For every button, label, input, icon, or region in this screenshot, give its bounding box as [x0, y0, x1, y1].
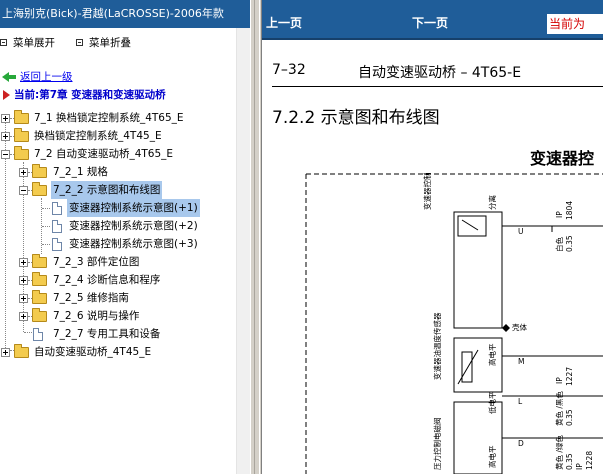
collapse-toggle-icon[interactable]: [1, 150, 10, 159]
document-icon: [52, 238, 62, 251]
tree-item[interactable]: 7_2_7 专用工具和设备: [0, 325, 230, 343]
next-page-link[interactable]: 下一页: [412, 14, 448, 31]
tree-item[interactable]: 7_2_5 维修指南: [0, 289, 230, 307]
wire-code: IP: [555, 377, 564, 384]
expand-toggle-icon[interactable]: [19, 312, 28, 321]
folder-icon: [14, 110, 29, 124]
folder-icon: [32, 164, 47, 178]
expand-toggle-icon[interactable]: [1, 348, 10, 357]
document-icon: [52, 220, 62, 233]
folder-icon: [32, 290, 47, 304]
thermistor-arrow: [457, 349, 479, 385]
term-label-m: 高电平: [487, 343, 497, 366]
wire-color: 黄色 /黑色: [554, 391, 564, 426]
switch-contact: [461, 219, 479, 231]
tree-item[interactable]: 7_2_1 规格: [0, 163, 230, 181]
folder-icon: [14, 344, 29, 358]
tree-item[interactable]: 变速器控制系统示意图(+3): [0, 235, 230, 253]
back-link[interactable]: 返回上一级: [0, 68, 230, 86]
module-label: 变速器控制: [422, 173, 432, 211]
pin-label: U: [518, 227, 524, 236]
high-level-label: 高电平: [487, 445, 497, 468]
prev-page-link[interactable]: 上一页: [266, 14, 302, 31]
collapse-toggle-icon[interactable]: [19, 186, 28, 195]
tree-item[interactable]: 7_2 自动变速驱动桥_4T65_E: [0, 145, 230, 163]
tree-item[interactable]: 7_2_3 部件定位图: [0, 253, 230, 271]
content-panel: 上一页 下一页 当前为 7–32 自动变速驱动桥 – 4T65-E 7.2.2 …: [262, 0, 603, 474]
window-title: 上海别克(Bick)-君越(LaCROSSE)-2006年款: [0, 0, 250, 28]
tree-item[interactable]: 7_1 换档锁定控制系统_4T65_E: [0, 109, 230, 127]
back-arrow-icon: [2, 72, 16, 82]
folder-icon: [32, 308, 47, 322]
wire-code: IP: [555, 211, 564, 218]
wire-color: 白色: [554, 237, 564, 252]
pin-label: M: [518, 357, 524, 366]
expand-toggle-icon[interactable]: [1, 114, 10, 123]
sensor-label: 变速器油温度传感器: [432, 312, 442, 380]
expand-toggle-icon[interactable]: [1, 132, 10, 141]
location-icon: [2, 90, 12, 100]
pin-label: L: [518, 397, 523, 406]
wire-gauge: 0.35: [565, 453, 574, 470]
tree-item[interactable]: 7_2_2 示意图和布线图: [0, 181, 230, 199]
document-icon: [52, 202, 62, 215]
wire-number: 1804: [565, 201, 574, 220]
current-page-label: 当前为: [547, 14, 603, 34]
expand-toggle-icon[interactable]: [19, 276, 28, 285]
tree-item[interactable]: 7_2_6 说明与操作: [0, 307, 230, 325]
header-rule: [272, 86, 603, 87]
tree-scrollbar[interactable]: [236, 28, 250, 474]
tree-panel: 上海别克(Bick)-君越(LaCROSSE)-2006年款 菜单展开 菜单折叠…: [0, 0, 250, 474]
expand-toggle-icon[interactable]: [19, 168, 28, 177]
folder-open-icon: [32, 182, 47, 196]
wire-gauge: 0.35: [565, 235, 574, 252]
tree-item[interactable]: 变速器控制系统示意图(+1): [0, 199, 230, 217]
pin-label: D: [518, 439, 524, 448]
term-label-l: 低电平: [487, 391, 497, 414]
collapse-icon: [76, 39, 83, 46]
wire-number: 1227: [565, 367, 574, 386]
collapse-menu-button[interactable]: 菜单折叠: [76, 36, 131, 50]
term-label-u: 分离: [487, 195, 497, 210]
page-code: 7–32: [272, 62, 306, 78]
folder-open-icon: [14, 146, 29, 160]
expand-icon: [0, 39, 7, 46]
expand-toggle-icon[interactable]: [19, 258, 28, 267]
section-title: 7.2.2 示意图和布线图: [272, 108, 440, 128]
tree-item[interactable]: 换档锁定控制系统_4T45_E: [0, 127, 230, 145]
wire-gauge: 0.35: [565, 409, 574, 426]
tree-item[interactable]: 7_2_4 诊断信息和程序: [0, 271, 230, 289]
solenoid-label: 压力控制电磁阀: [432, 418, 442, 471]
wire-number: 1228: [585, 451, 594, 470]
folder-icon: [32, 272, 47, 286]
nav-divider: [262, 38, 603, 40]
folder-icon: [32, 254, 47, 268]
thermistor-icon: [461, 351, 473, 383]
page-navigation-bar: 上一页 下一页 当前为: [262, 0, 603, 40]
ground-icon: [502, 324, 510, 332]
wire-color: 黄色 /绿色: [554, 435, 564, 470]
wiring-diagram: 变速器控制 分离 变速器油温度传感器 压力控制电磁阀 高电平 壳体 U M L …: [305, 173, 603, 474]
expand-menu-button[interactable]: 菜单展开: [0, 36, 55, 50]
tree-toolbar: 菜单展开 菜单折叠: [0, 28, 250, 56]
expand-toggle-icon[interactable]: [19, 294, 28, 303]
current-chapter: 当前:第7章 变速器和变速驱动桥: [0, 86, 230, 104]
ground-label: 壳体: [512, 322, 527, 332]
tree-item[interactable]: 变速器控制系统示意图(+2): [0, 217, 230, 235]
tree-item[interactable]: 自动变速驱动桥_4T45_E: [0, 343, 230, 361]
document-icon: [33, 328, 43, 341]
diagram-title: 变速器控: [530, 149, 595, 168]
panel-splitter[interactable]: [250, 0, 262, 474]
wire-code: IP: [575, 463, 584, 470]
folder-icon: [14, 128, 29, 142]
switch-box: [453, 211, 503, 329]
page-name: 自动变速驱动桥 – 4T65-E: [358, 65, 522, 81]
